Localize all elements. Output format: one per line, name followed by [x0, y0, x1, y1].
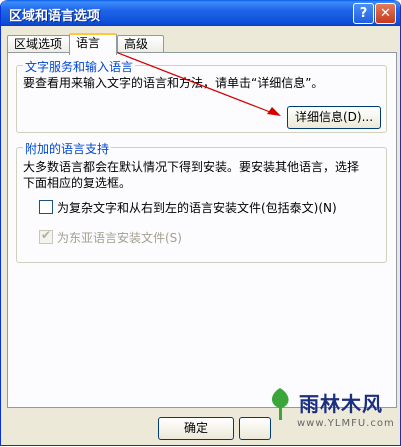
- tree-logo-icon: [271, 388, 289, 420]
- dialog-window: 区域和语言选项 ? ✕ 区域选项 语言 高级 文字服务和输入语言 要查看用来输入…: [0, 0, 401, 446]
- supplemental-description-line2: 下面相应的复选框。: [23, 176, 132, 190]
- east-asian-checkbox[interactable]: ✔: [39, 228, 53, 244]
- checkmark-icon: ✔: [41, 228, 52, 242]
- complex-script-checkbox[interactable]: [39, 200, 53, 214]
- supplemental-description-line1: 大多数语言都会在默认情况下得到安装。要安装其他语言，选择: [23, 160, 360, 174]
- tab-panel: 文字服务和输入语言 要查看用来输入文字的语言和方法，请单击“详细信息”。 详细信…: [7, 52, 397, 408]
- tab-regional-options[interactable]: 区域选项: [7, 35, 70, 53]
- text-services-group: 文字服务和输入语言 要查看用来输入文字的语言和方法，请单击“详细信息”。 详细信…: [16, 58, 387, 133]
- text-services-description: 要查看用来输入文字的语言和方法，请单击“详细信息”。: [23, 76, 324, 90]
- watermark-url: www.YLMFU.com: [297, 418, 395, 429]
- tab-advanced[interactable]: 高级: [117, 35, 164, 53]
- text-services-title: 文字服务和输入语言: [23, 58, 136, 75]
- supplemental-title: 附加的语言支持: [23, 140, 112, 157]
- tab-languages[interactable]: 语言: [69, 33, 117, 55]
- east-asian-label: 为东亚语言安装文件(S): [57, 231, 182, 245]
- watermark-text: 雨林木风: [299, 392, 383, 416]
- close-button[interactable]: ✕: [375, 3, 396, 24]
- watermark: 雨林木风 www.YLMFU.com: [265, 384, 395, 442]
- complex-script-label[interactable]: 为复杂文字和从右到左的语言安装文件(包括泰文)(N): [57, 199, 337, 216]
- title-bar[interactable]: 区域和语言选项 ? ✕: [1, 0, 400, 26]
- ok-button[interactable]: 确定: [158, 417, 234, 440]
- details-button[interactable]: 详细信息(D)...: [287, 106, 381, 129]
- help-button[interactable]: ?: [353, 3, 374, 24]
- supplemental-language-group: 附加的语言支持 大多数语言都会在默认情况下得到安装。要安装其他语言，选择 下面相…: [16, 140, 387, 263]
- window-title: 区域和语言选项: [9, 9, 101, 24]
